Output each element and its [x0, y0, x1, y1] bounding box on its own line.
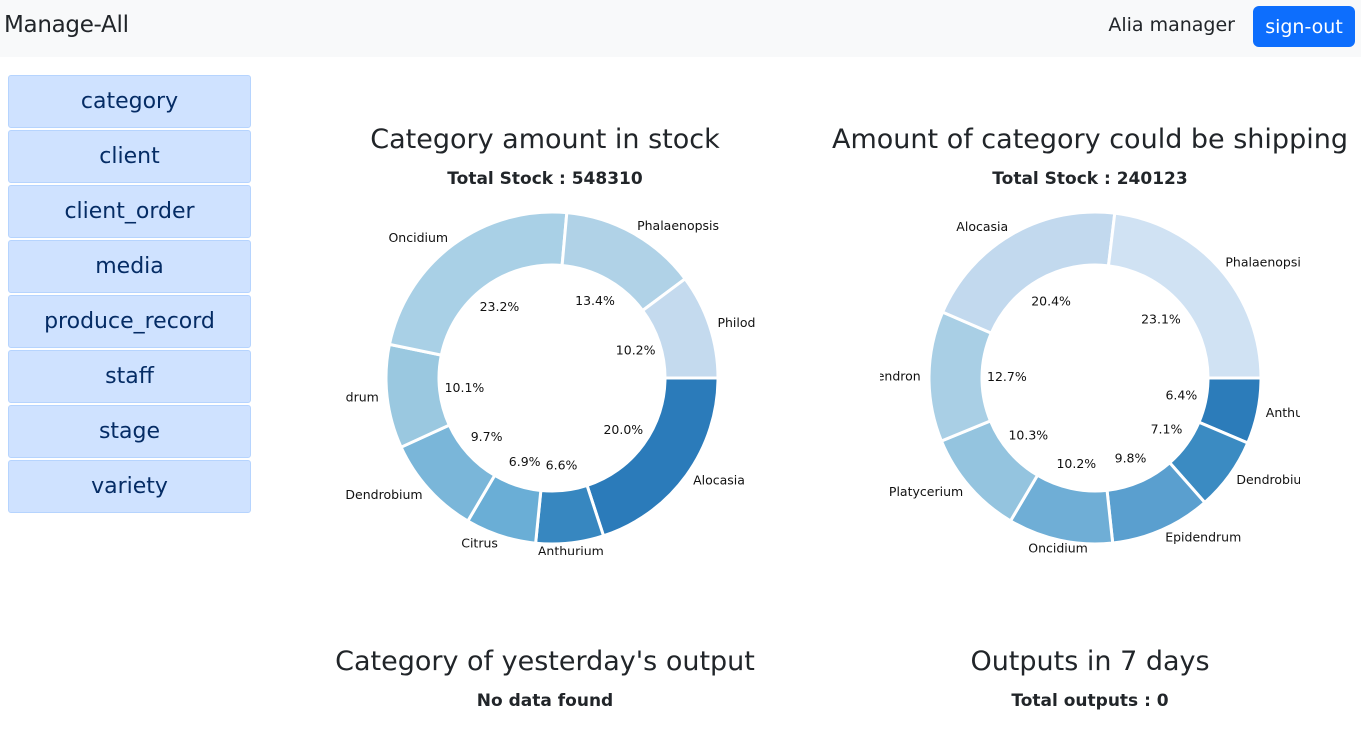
stock-chart-subtitle: Total Stock : 548310 — [447, 169, 643, 189]
shipping-chart-title: Amount of category could be shipping — [832, 124, 1348, 155]
donut-percent-anthurium: 6.6% — [546, 458, 578, 473]
donut-percent-platycerium: 10.3% — [1008, 428, 1048, 443]
donut-percent-dendrobium: 9.7% — [471, 429, 503, 444]
seven-days-panel: Outputs in 7 days Total outputs : 0 — [920, 646, 1260, 711]
shipping-chart-subtitle: Total Stock : 240123 — [992, 169, 1188, 189]
sidebar-item-variety[interactable]: variety — [8, 460, 251, 513]
donut-percent-epidendrum: 9.8% — [1115, 451, 1147, 466]
yesterday-chart-title: Category of yesterday's output — [335, 646, 755, 677]
donut-percent-anthurium: 6.4% — [1165, 388, 1197, 403]
donut-slice-alocasia — [585, 376, 720, 538]
donut-percent-alocasia: 20.0% — [603, 422, 643, 437]
donut-label-phalaenopsis: Phalaenopsis — [637, 218, 719, 233]
donut-slice-phalaenopsis — [1106, 211, 1263, 380]
seven-days-chart-title: Outputs in 7 days — [970, 646, 1210, 677]
shipping-donut-chart: Anthurium 6.4% Dendrobium 7.1% Epidendrum 9.8… — [880, 210, 1300, 555]
sidebar-item-client-order[interactable]: client_order — [8, 185, 251, 238]
donut-percent-hilodendron: 12.7% — [987, 369, 1027, 384]
sign-out-button[interactable]: sign-out — [1253, 6, 1355, 47]
stock-donut-chart: Alocasia 20.0% Anthurium 6.6% Citrus 6.9% Dend… — [345, 210, 755, 555]
yesterday-no-data: No data found — [476, 691, 614, 711]
stock-chart-title: Category amount in stock — [370, 124, 720, 155]
donut-label-citrus: Citrus — [461, 536, 498, 551]
donut-label-philodendron: Philodendron — [717, 315, 755, 330]
donut-label-oncidium: Oncidium — [1028, 540, 1088, 555]
donut-percent-phalaenopsis: 13.4% — [575, 293, 615, 308]
donut-percent-oncidium: 23.2% — [480, 299, 520, 314]
donut-percent-alocasia: 20.4% — [1031, 294, 1071, 309]
donut-label-anthurium: Anthurium — [1266, 405, 1300, 420]
seven-days-total: Total outputs : 0 — [1011, 691, 1169, 711]
sidebar: category client client_order media produ… — [8, 75, 251, 515]
sidebar-item-client[interactable]: client — [8, 130, 251, 183]
donut-label-hilodendron: hilodendron — [880, 368, 921, 383]
donut-label-alocasia: Alocasia — [693, 472, 745, 487]
donut-label-anthurium: Anthurium — [538, 543, 604, 555]
donut-percent-epidendrum: 10.1% — [445, 380, 485, 395]
app-brand[interactable]: Manage-All — [4, 12, 129, 38]
donut-label-epidendrum: Epidendrum — [345, 390, 379, 405]
donut-percent-philodendron: 10.2% — [616, 342, 656, 357]
sidebar-item-media[interactable]: media — [8, 240, 251, 293]
donut-percent-phalaenopsis: 23.1% — [1141, 312, 1181, 327]
donut-label-platycerium: Platycerium — [889, 484, 963, 499]
yesterday-panel: Category of yesterday's output No data f… — [330, 646, 760, 711]
sidebar-item-produce-record[interactable]: produce_record — [8, 295, 251, 348]
donut-label-dendrobium: Dendrobium — [345, 487, 422, 502]
donut-label-dendrobium: Dendrobium — [1236, 472, 1300, 487]
sidebar-item-category[interactable]: category — [8, 75, 251, 128]
donut-label-oncidium: Oncidium — [388, 230, 448, 245]
donut-percent-dendrobium: 7.1% — [1151, 422, 1183, 437]
sidebar-item-stage[interactable]: stage — [8, 405, 251, 458]
sidebar-item-staff[interactable]: staff — [8, 350, 251, 403]
donut-label-phalaenopsis: Phalaenopsis — [1225, 254, 1300, 269]
stock-panel: Category amount in stock Total Stock : 5… — [345, 124, 745, 189]
donut-percent-citrus: 6.9% — [509, 454, 541, 469]
user-name: Alia manager — [1108, 14, 1235, 36]
donut-slice-hilodendron — [927, 310, 994, 444]
donut-label-alocasia: Alocasia — [956, 219, 1008, 234]
top-navbar: Manage-All Alia manager sign-out — [0, 0, 1361, 57]
shipping-panel: Amount of category could be shipping Tot… — [830, 124, 1350, 189]
donut-label-epidendrum: Epidendrum — [1165, 530, 1241, 545]
donut-percent-oncidium: 10.2% — [1056, 456, 1096, 471]
